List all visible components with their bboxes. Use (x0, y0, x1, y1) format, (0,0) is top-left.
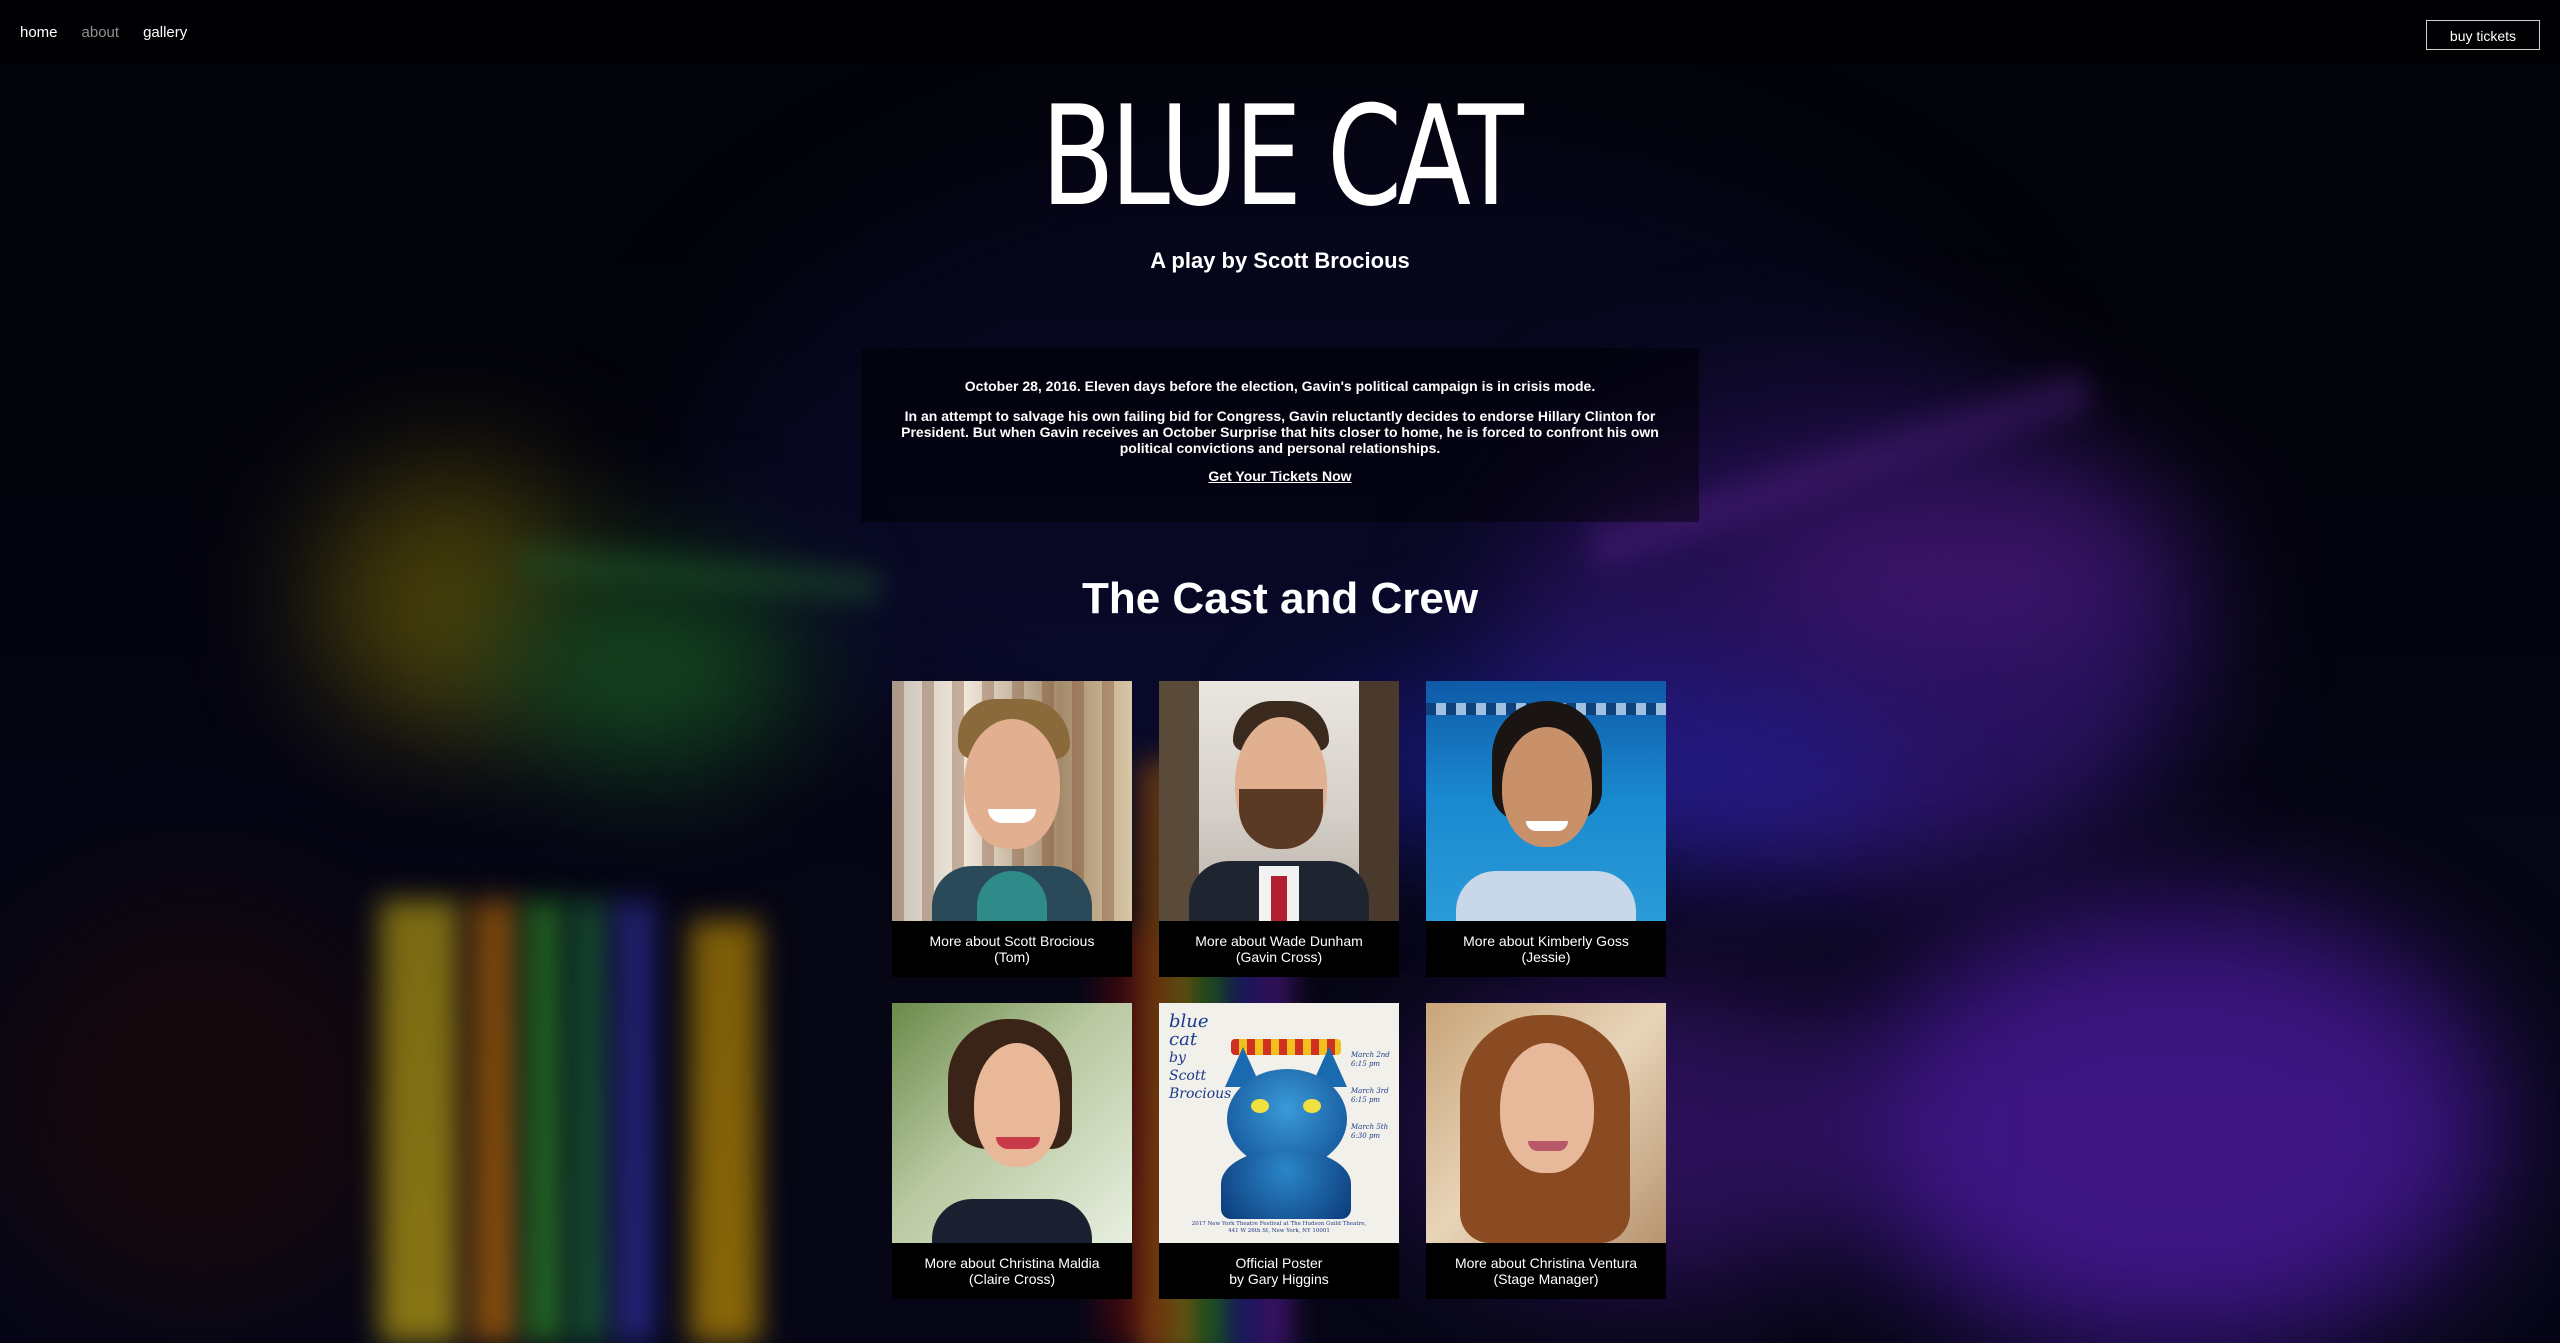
cast-role: (Tom) (994, 949, 1030, 965)
poster-footer: 2017 New York Theatre Festival at The Hu… (1191, 1221, 1367, 1234)
cast-name: More about Christina Maldia (924, 1255, 1100, 1271)
cast-caption: More about Wade Dunham (Gavin Cross) (1159, 921, 1399, 977)
cast-photo-wade-dunham (1159, 681, 1399, 921)
buy-tickets-button[interactable]: buy tickets (2426, 20, 2540, 50)
cast-photo-scott-brocious (892, 681, 1132, 921)
cast-photo-christina-maldia (892, 1003, 1132, 1243)
cast-role: (Gavin Cross) (1235, 949, 1323, 965)
cast-caption: More about Scott Brocious (Tom) (892, 921, 1132, 977)
cast-caption: More about Christina Maldia (Claire Cros… (892, 1243, 1132, 1299)
cast-caption: More about Christina Ventura (Stage Mana… (1426, 1243, 1666, 1299)
cast-caption: Official Poster by Gary Higgins (1159, 1243, 1399, 1299)
cast-role: (Jessie) (1521, 949, 1571, 965)
cast-card-wade-dunham[interactable]: More about Wade Dunham (Gavin Cross) (1159, 681, 1399, 977)
cast-card-scott-brocious[interactable]: More about Scott Brocious (Tom) (892, 681, 1132, 977)
cast-name: More about Kimberly Goss (1463, 933, 1629, 949)
cast-name: More about Christina Ventura (1454, 1255, 1638, 1271)
poster-date: March 2nd 6:15 pm (1351, 1051, 1390, 1068)
synopsis-intro: October 28, 2016. Eleven days before the… (964, 378, 1596, 394)
site-title: BLUE CAT (1040, 76, 1524, 237)
nav-home-link[interactable]: home (20, 24, 58, 41)
cast-caption: More about Kimberly Goss (Jessie) (1426, 921, 1666, 977)
cast-card-christina-ventura[interactable]: More about Christina Ventura (Stage Mana… (1426, 1003, 1666, 1299)
get-tickets-link[interactable]: Get Your Tickets Now (1208, 468, 1351, 484)
top-navigation-bar: home about gallery buy tickets (0, 0, 2560, 64)
cast-section-heading: The Cast and Crew (1081, 574, 1479, 623)
cast-name: More about Scott Brocious (929, 933, 1095, 949)
synopsis-body: In an attempt to salvage his own failing… (901, 408, 1659, 456)
cast-card-kimberly-goss[interactable]: More about Kimberly Goss (Jessie) (1426, 681, 1666, 977)
site-subtitle: A play by Scott Brocious (1150, 248, 1410, 273)
poster-date: March 3rd 6:15 pm (1351, 1087, 1389, 1104)
poster-date: March 5th 6:30 pm (1351, 1123, 1389, 1140)
main-nav: home about gallery (20, 24, 187, 41)
nav-about-link[interactable]: about (82, 24, 120, 41)
cast-role: (Claire Cross) (968, 1271, 1056, 1287)
cast-name: Official Poster (1235, 1255, 1323, 1271)
page: home about gallery buy tickets BLUE CAT … (0, 0, 2560, 1343)
nav-gallery-link[interactable]: gallery (143, 24, 187, 41)
cat-illustration (1221, 1039, 1351, 1219)
cast-photo-christina-ventura (1426, 1003, 1666, 1243)
cast-role: (Stage Manager) (1493, 1271, 1599, 1287)
cast-name: More about Wade Dunham (1195, 933, 1363, 949)
poster-image: blue cat by Scott Brocious March 2nd 6:1… (1159, 1003, 1399, 1243)
cast-photo-kimberly-goss (1426, 681, 1666, 921)
cast-card-christina-maldia[interactable]: More about Christina Maldia (Claire Cros… (892, 1003, 1132, 1299)
cast-grid: More about Scott Brocious (Tom) More abo… (892, 681, 1668, 1299)
poster-card[interactable]: blue cat by Scott Brocious March 2nd 6:1… (1159, 1003, 1399, 1299)
synopsis-box: October 28, 2016. Eleven days before the… (861, 348, 1699, 522)
cast-role: by Gary Higgins (1229, 1271, 1329, 1287)
